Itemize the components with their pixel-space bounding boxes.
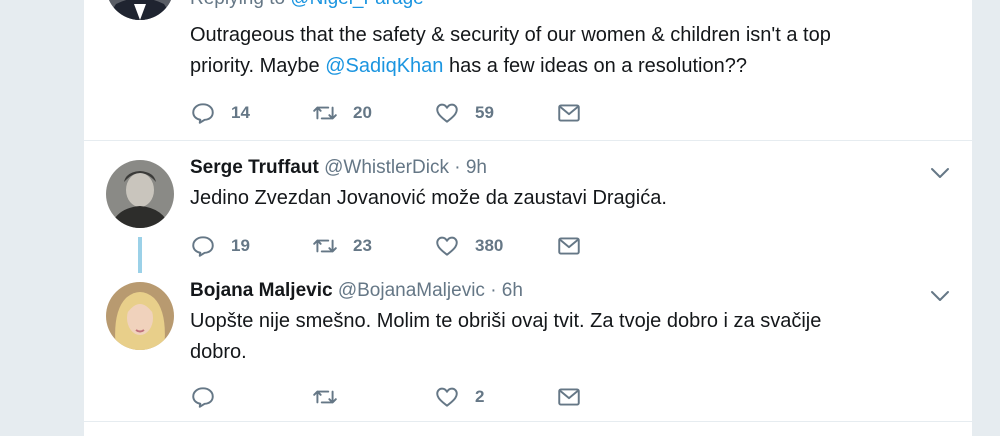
replying-label: Replying to (190, 0, 285, 9)
tweet-header: Serge Truffaut @WhistlerDick · 9h (190, 157, 487, 179)
tweet-divider (84, 421, 972, 422)
direct-message-button[interactable] (556, 99, 582, 127)
retweet-count: 23 (353, 236, 372, 255)
timeline-panel: Replying to @Nigel_Farage Outrageous tha… (84, 0, 972, 436)
tweet-text: Outrageous that the safety & security of… (190, 20, 831, 82)
like-button[interactable]: 2 (434, 383, 484, 411)
display-name[interactable]: Bojana Maljevic (190, 280, 333, 301)
tweet-nigel-reply[interactable]: Replying to @Nigel_Farage Outrageous tha… (84, 0, 972, 140)
text-segment: has a few ideas on a resolution?? (443, 55, 747, 77)
chevron-down-icon[interactable] (928, 161, 952, 185)
retweet-icon (313, 390, 337, 404)
tweet-text-line: Outrageous that the safety & security of… (190, 24, 831, 46)
replying-to: Replying to @Nigel_Farage (190, 0, 424, 10)
display-name[interactable]: Serge Truffaut (190, 157, 319, 178)
chevron-down-icon[interactable] (928, 284, 952, 308)
like-icon (436, 236, 458, 256)
reply-icon (192, 103, 214, 124)
like-button[interactable]: 59 (434, 99, 494, 127)
avatar[interactable] (106, 282, 174, 350)
retweet-button[interactable]: 23 (312, 232, 372, 260)
user-handle[interactable]: @WhistlerDick (324, 157, 449, 178)
retweet-icon (313, 239, 337, 253)
tweet-text: Jedino Zvezdan Jovanović može da zaustav… (190, 187, 667, 209)
like-icon (436, 103, 458, 123)
reply-button[interactable] (190, 383, 231, 411)
reply-button[interactable]: 14 (190, 99, 250, 127)
direct-message-button[interactable] (556, 383, 582, 411)
tweet-text: Uopšte nije smešno. Molim te obriši ovaj… (190, 306, 821, 368)
reply-button[interactable]: 19 (190, 232, 250, 260)
tweet-serge[interactable]: Serge Truffaut @WhistlerDick · 9h Jedino… (84, 141, 972, 273)
like-count: 380 (475, 236, 504, 255)
retweet-count: 20 (353, 103, 372, 122)
tweet-text-line: priority. Maybe @SadiqKhan has a few ide… (190, 51, 831, 82)
avatar[interactable] (106, 0, 174, 20)
timestamp[interactable]: · 9h (454, 157, 487, 178)
tweet-text-line: Uopšte nije smešno. Molim te obriši ovaj… (190, 310, 822, 332)
timestamp[interactable]: · 6h (490, 280, 523, 301)
reply-icon (192, 387, 214, 408)
avatar[interactable] (106, 160, 174, 228)
like-icon (436, 387, 458, 407)
like-count: 59 (475, 103, 494, 122)
user-handle[interactable]: @BojanaMaljevic (338, 280, 485, 301)
reply-count: 19 (231, 236, 250, 255)
replying-handle-link[interactable]: @Nigel_Farage (290, 0, 423, 9)
direct-message-icon (558, 237, 580, 255)
tweet-header: Bojana Maljevic @BojanaMaljevic · 6h (190, 280, 523, 302)
reply-count: 14 (231, 103, 250, 122)
mention-link[interactable]: @SadiqKhan (325, 55, 443, 77)
direct-message-button[interactable] (556, 232, 582, 260)
like-button[interactable]: 380 (434, 232, 503, 260)
tweet-bojana[interactable]: Bojana Maljevic @BojanaMaljevic · 6h Uop… (84, 266, 972, 421)
tweet-text-line: dobro. (190, 341, 247, 363)
text-segment: priority. Maybe (190, 55, 326, 77)
retweet-icon (313, 106, 337, 120)
direct-message-icon (558, 388, 580, 406)
retweet-button[interactable]: 20 (312, 99, 372, 127)
like-count: 2 (475, 387, 485, 406)
retweet-button[interactable] (312, 383, 353, 411)
reply-icon (192, 236, 214, 257)
direct-message-icon (558, 104, 580, 122)
